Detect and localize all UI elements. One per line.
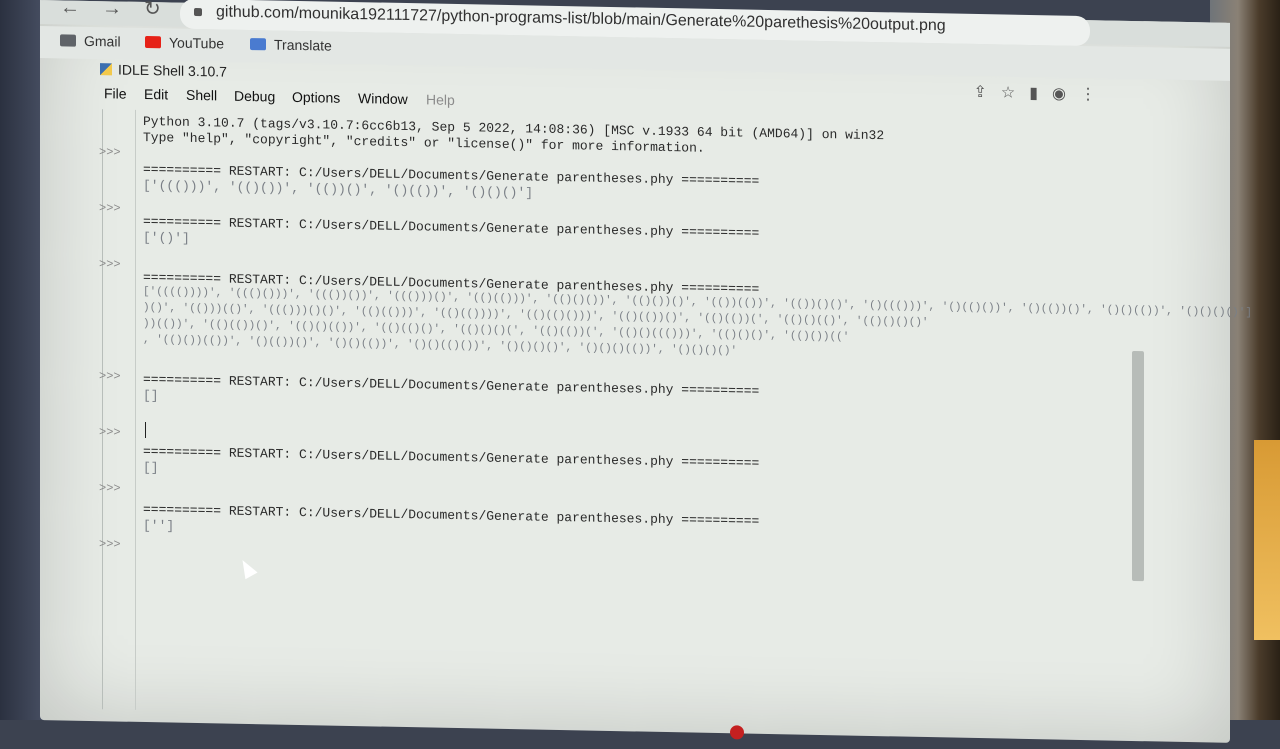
output-line: [''] <box>143 517 175 534</box>
idle-window-title: IDLE Shell 3.10.7 <box>100 61 227 80</box>
bookmark-label: Translate <box>274 36 332 54</box>
shell-prompt: >>> <box>99 145 121 160</box>
menu-help[interactable]: Help <box>426 91 455 108</box>
restart-line: ========== RESTART: C:/Users/DELL/Docume… <box>143 501 760 529</box>
menu-options[interactable]: Options <box>292 89 340 106</box>
shell-prompt: >>> <box>99 425 121 440</box>
menu-shell[interactable]: Shell <box>186 87 217 104</box>
prompt-gutter: >>> >>> >>> >>> >>> >>> >>> <box>99 109 136 710</box>
shell-prompt: >>> <box>99 481 121 496</box>
menu-file[interactable]: File <box>104 85 127 101</box>
shell-prompt: >>> <box>99 201 121 216</box>
idle-title-text: IDLE Shell 3.10.7 <box>118 61 227 80</box>
gmail-icon <box>60 34 76 47</box>
shell-prompt: >>> <box>99 369 121 384</box>
taskbar-app-icon[interactable] <box>730 725 744 740</box>
bookmark-youtube[interactable]: YouTube <box>145 34 224 52</box>
bookmark-gmail[interactable]: Gmail <box>60 32 121 50</box>
menu-edit[interactable]: Edit <box>144 86 168 102</box>
text-cursor <box>145 422 146 439</box>
browser-toolbar-icons[interactable]: ⇪☆▮◉⋮ <box>973 82 1110 105</box>
restart-line: ========== RESTART: C:/Users/DELL/Docume… <box>143 443 760 471</box>
bookmark-label: YouTube <box>169 34 225 52</box>
translate-icon <box>250 38 266 51</box>
output-line: [] <box>143 459 159 476</box>
youtube-icon <box>145 36 161 49</box>
photo-background-light <box>1254 440 1280 640</box>
bookmark-translate[interactable]: Translate <box>250 36 332 54</box>
output-line: ['()'] <box>143 229 190 246</box>
restart-line: ========== RESTART: C:/Users/DELL/Docume… <box>143 213 760 241</box>
menu-debug[interactable]: Debug <box>234 88 275 105</box>
bookmark-label: Gmail <box>84 32 121 50</box>
browser-nav-icons[interactable]: ←→↻ <box>60 0 183 22</box>
shell-output: Python 3.10.7 (tags/v3.10.7:6cc6b13, Sep… <box>143 110 1252 729</box>
lock-icon <box>194 7 202 17</box>
output-line: [] <box>143 387 159 404</box>
menu-window[interactable]: Window <box>358 90 408 107</box>
shell-prompt: >>> <box>99 537 121 552</box>
restart-line: ========== RESTART: C:/Users/DELL/Docume… <box>143 371 760 399</box>
shell-prompt: >>> <box>99 257 121 272</box>
python-icon <box>100 63 112 76</box>
monitor-screen: ←→↻ github.com/mounika192111727/python-p… <box>40 0 1252 743</box>
shell-text-area[interactable]: >>> >>> >>> >>> >>> >>> >>> Python 3.10.… <box>99 109 1252 730</box>
vertical-scrollbar[interactable] <box>1132 350 1144 582</box>
